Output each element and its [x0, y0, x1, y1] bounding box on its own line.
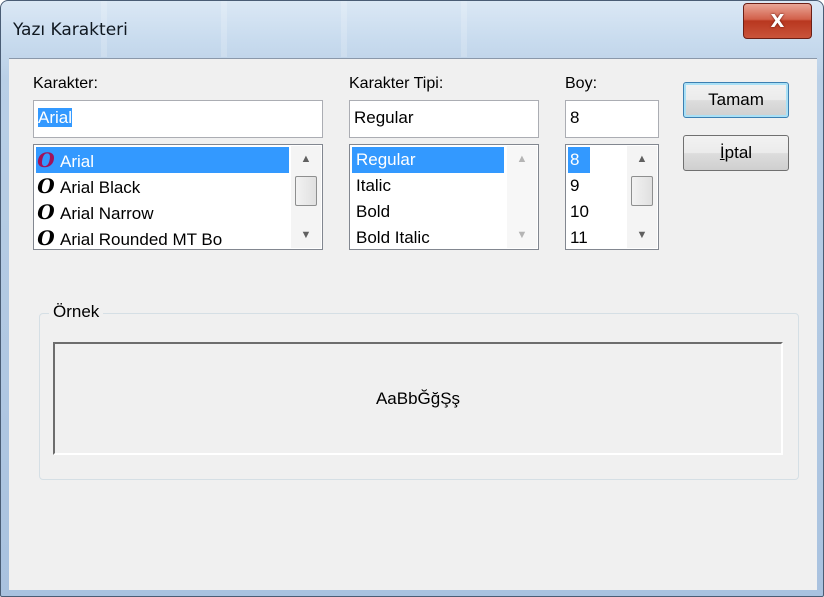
scroll-up-icon[interactable]: ▲: [627, 148, 657, 170]
style-listbox[interactable]: Regular Italic Bold Bold Italic ▲ ▼: [349, 144, 539, 250]
scroll-up-icon[interactable]: ▲: [291, 148, 321, 170]
size-list-item[interactable]: 9: [568, 173, 598, 199]
scroll-up-icon[interactable]: ▲: [507, 148, 537, 170]
ok-button[interactable]: Tamam: [683, 82, 789, 118]
style-list-item[interactable]: Bold Italic: [352, 225, 504, 249]
size-list-item[interactable]: 10: [568, 199, 598, 225]
font-list-item-label: Arial: [60, 152, 95, 171]
size-label: Boy:: [565, 75, 598, 92]
scroll-down-icon[interactable]: ▼: [291, 224, 321, 246]
style-list-item[interactable]: Regular: [352, 147, 504, 173]
cancel-label-rest: ptal: [724, 143, 753, 162]
cancel-button[interactable]: İptal: [683, 135, 789, 171]
font-input[interactable]: Arial: [33, 100, 323, 138]
scroll-down-icon[interactable]: ▼: [627, 224, 657, 246]
style-label: Karakter Tipi:: [349, 75, 444, 92]
sample-text: AaBbĞğŞş: [375, 388, 461, 408]
size-input[interactable]: 8: [565, 100, 659, 138]
font-list-item[interactable]: O Arial Narrow: [36, 199, 289, 225]
opentype-icon: O: [37, 226, 55, 250]
font-label: Karakter:: [33, 75, 98, 92]
font-list-item[interactable]: O Arial Black: [36, 173, 289, 199]
sample-preview: AaBbĞğŞş: [53, 342, 783, 455]
opentype-icon: O: [37, 174, 55, 198]
size-list-item[interactable]: 8: [568, 147, 590, 173]
window-title: Yazı Karakteri: [13, 20, 128, 40]
opentype-icon: O: [37, 200, 55, 224]
font-scrollbar[interactable]: ▲ ▼: [291, 146, 321, 248]
size-input-text: 8: [570, 108, 580, 127]
font-list-item-label: Arial Rounded MT Bo: [60, 230, 223, 249]
font-listbox[interactable]: O Arial O Arial Black O Arial Narrow O Arial…: [33, 144, 323, 250]
style-list-item[interactable]: Bold: [352, 199, 504, 225]
scroll-thumb[interactable]: [295, 176, 317, 206]
dialog-window: Yazı Karakteri X Karakter: Arial O Arial …: [0, 0, 824, 597]
font-list-item-label: Arial Black: [60, 178, 141, 197]
close-button[interactable]: X: [743, 3, 812, 39]
size-scrollbar[interactable]: ▲ ▼: [627, 146, 657, 248]
font-list-item[interactable]: O Arial: [36, 147, 289, 173]
scroll-down-icon[interactable]: ▼: [507, 224, 537, 246]
font-list-item[interactable]: O Arial Rounded MT Bo: [36, 225, 289, 250]
close-icon: X: [770, 10, 785, 32]
opentype-icon: O: [37, 148, 55, 172]
font-list-item-label: Arial Narrow: [60, 204, 154, 223]
scroll-thumb[interactable]: [631, 176, 653, 206]
style-scrollbar[interactable]: ▲ ▼: [507, 146, 537, 248]
font-input-selected-text: Arial: [38, 108, 73, 127]
style-input[interactable]: Regular: [349, 100, 539, 138]
size-list-item[interactable]: 11: [568, 225, 598, 249]
size-listbox[interactable]: 8 9 10 11 ▲ ▼: [565, 144, 659, 250]
dialog-client-area: Karakter: Arial O Arial O Arial Black O Ari…: [9, 58, 817, 590]
sample-group-label: Örnek: [49, 302, 104, 322]
style-list-item[interactable]: Italic: [352, 173, 504, 199]
style-input-text: Regular: [354, 108, 414, 127]
